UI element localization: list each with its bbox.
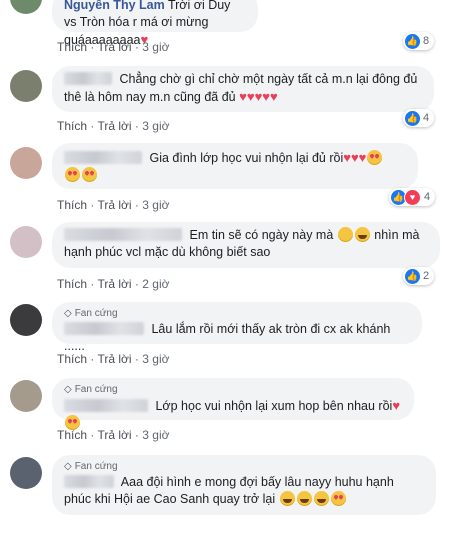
reaction-count[interactable]: 👍 8: [403, 32, 435, 50]
like-reaction-icon: 👍: [405, 110, 420, 126]
avatar[interactable]: [10, 70, 42, 102]
diamond-icon: ◇: [64, 461, 72, 472]
comment-time[interactable]: 3 giờ: [142, 428, 169, 442]
like-reaction-icon: 👍: [405, 33, 420, 49]
avatar[interactable]: [10, 380, 42, 412]
comment-bubble: Gia đình lớp học vui nhộn lại đủ rồi♥♥♥: [52, 143, 418, 189]
comment-time[interactable]: 2 giờ: [142, 277, 169, 291]
comment-actions: Thích · Trả lời · 3 giờ: [57, 428, 170, 442]
like-link[interactable]: Thích: [57, 119, 87, 133]
comment-bubble: ◇ Fan cứng Lâu lắm rồi mới thấy ak tròn đ…: [52, 302, 422, 353]
love-reaction-icon: ♥: [404, 188, 421, 206]
reply-link[interactable]: Trả lời: [97, 352, 131, 366]
reaction-count[interactable]: 👍 ♥ 4: [389, 188, 436, 206]
commenter-name[interactable]: [64, 322, 144, 335]
heart-eyes-emoji: [367, 150, 383, 165]
reply-link[interactable]: Trả lời: [97, 119, 131, 133]
avatar[interactable]: [10, 0, 42, 14]
like-link[interactable]: Thích: [57, 40, 87, 54]
fan-badge: ◇ Fan cứng: [64, 384, 118, 395]
comment-text: Em tin sẽ có ngày này mà: [189, 228, 334, 242]
comment-time[interactable]: 3 giờ: [142, 119, 169, 133]
comment-bubble: Nguyễn Thy Lam Trời ơi Duy vs Tròn hóa r…: [52, 0, 258, 47]
comment-time[interactable]: 3 giờ: [142, 352, 169, 366]
reply-link[interactable]: Trả lời: [97, 428, 131, 442]
commenter-name[interactable]: [64, 72, 112, 85]
avatar[interactable]: [10, 304, 42, 336]
comment-actions: Thích · Trả lời · 3 giờ: [57, 119, 170, 133]
commenter-name[interactable]: [64, 228, 182, 241]
commenter-name[interactable]: [64, 399, 148, 412]
comment-text: Lớp học vui nhộn lại xum hop bên nhau rồ…: [155, 399, 393, 413]
avatar[interactable]: [10, 226, 42, 258]
avatar[interactable]: [10, 457, 42, 489]
diamond-icon: ◇: [64, 384, 72, 395]
commenter-name[interactable]: [64, 151, 142, 164]
fan-badge: ◇ Fan cứng: [64, 461, 118, 472]
comment-bubble: ◇ Fan cứng Lớp học vui nhộn lại xum hop b…: [52, 378, 414, 430]
crying-emoji: [337, 227, 353, 242]
commenter-name[interactable]: [64, 475, 114, 488]
like-reaction-icon: 👍: [405, 268, 420, 284]
reply-link[interactable]: Trả lời: [97, 198, 131, 212]
comment-actions: Thích · Trả lời · 3 giờ: [57, 198, 170, 212]
reaction-count[interactable]: 👍 2: [403, 267, 435, 285]
like-link[interactable]: Thích: [57, 198, 87, 212]
like-link[interactable]: Thích: [57, 428, 87, 442]
comment-actions: Thích · Trả lời · 3 giờ: [57, 40, 170, 54]
commenter-name[interactable]: Nguyễn Thy Lam: [64, 0, 165, 12]
comment-bubble: Em tin sẽ có ngày này mà nhìn mà hạnh ph…: [52, 222, 440, 268]
fan-badge: ◇ Fan cứng: [64, 308, 118, 319]
reply-link[interactable]: Trả lời: [97, 277, 131, 291]
diamond-icon: ◇: [64, 308, 72, 319]
comment-actions: Thích · Trả lời · 2 giờ: [57, 277, 170, 291]
reply-link[interactable]: Trả lời: [97, 40, 131, 54]
laughing-emoji: [354, 227, 370, 242]
like-link[interactable]: Thích: [57, 277, 87, 291]
like-link[interactable]: Thích: [57, 352, 87, 366]
comment-time[interactable]: 3 giờ: [142, 40, 169, 54]
comment-text: Gia đình lớp học vui nhộn lại đủ rồi: [149, 151, 344, 165]
comment-actions: Thích · Trả lời · 3 giờ: [57, 352, 170, 366]
reaction-count[interactable]: 👍 4: [403, 109, 435, 127]
comment-bubble: ◇ Fan cứng Aaa đội hình e mong đợi bấy lâ…: [52, 455, 436, 515]
comment-time[interactable]: 3 giờ: [142, 198, 169, 212]
comment-bubble: Chẳng chờ gì chỉ chờ một ngày tất cả m.n…: [52, 66, 434, 112]
avatar[interactable]: [10, 147, 42, 179]
